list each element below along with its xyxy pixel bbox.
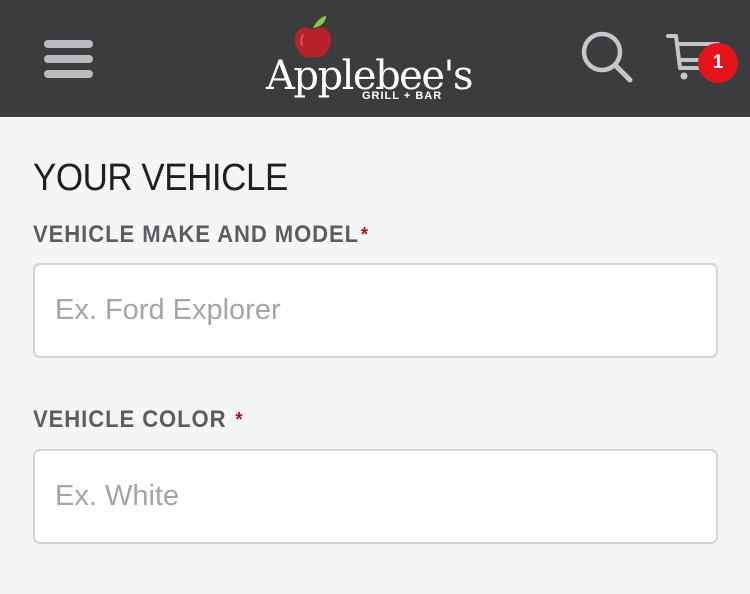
cart-count-badge: 1 (698, 43, 738, 83)
logo-tagline: GRILL + BAR (362, 90, 443, 102)
top-nav-bar: Applebee's GRILL + BAR 1 (0, 0, 750, 117)
menu-button[interactable] (44, 38, 94, 78)
hamburger-menu-icon (44, 40, 93, 48)
make-model-input[interactable] (33, 263, 718, 358)
search-icon (581, 31, 633, 83)
hamburger-menu-icon (44, 70, 93, 78)
applebees-logo[interactable]: Applebee's GRILL + BAR (262, 12, 474, 108)
make-model-label: VEHICLE MAKE AND MODEL* (33, 221, 369, 249)
hamburger-menu-icon (44, 55, 93, 63)
required-asterisk: * (360, 224, 370, 246)
search-button[interactable] (580, 30, 634, 84)
section-title: YOUR VEHICLE (33, 157, 288, 199)
vehicle-color-label-text: VEHICLE COLOR (33, 406, 234, 433)
required-asterisk: * (235, 409, 244, 431)
vehicle-color-input[interactable] (33, 449, 718, 544)
cart-button[interactable]: 1 (666, 30, 742, 86)
make-model-label-text: VEHICLE MAKE AND MODEL (33, 221, 360, 248)
vehicle-color-label: VEHICLE COLOR * (33, 406, 244, 434)
